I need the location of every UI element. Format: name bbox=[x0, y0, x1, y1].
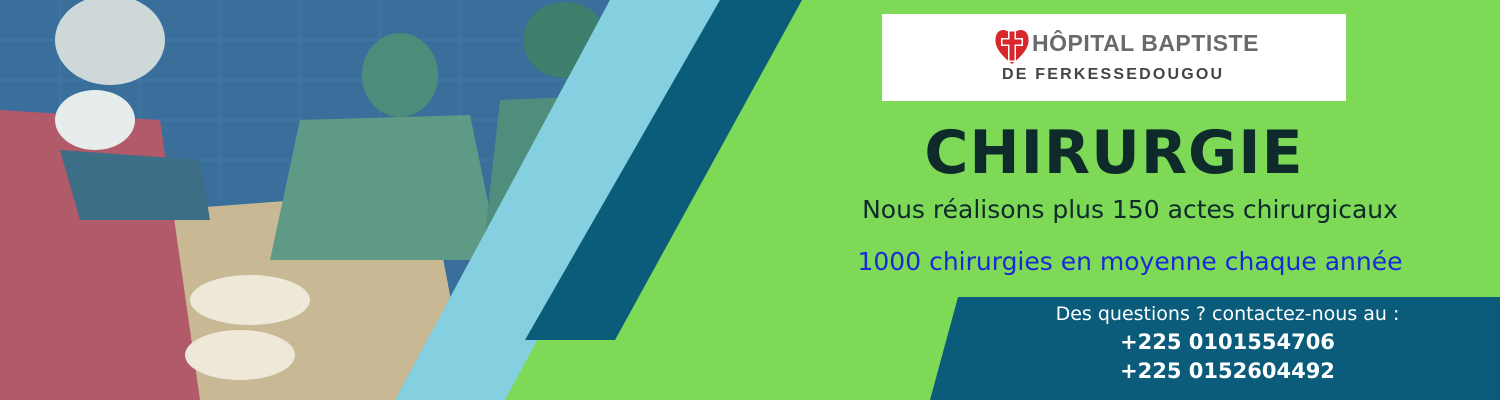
contact-intro: Des questions ? contactez-nous au : bbox=[1055, 303, 1400, 325]
hospital-banner: HÔPITAL BAPTISTE DE FERKESSEDOUGOU CHIRU… bbox=[0, 0, 1500, 400]
phone-number-1[interactable]: +225 0101554706 bbox=[985, 328, 1470, 357]
page-title: CHIRURGIE bbox=[924, 118, 1304, 188]
contact-block: Des questions ? contactez-nous au : +225… bbox=[985, 300, 1470, 386]
logo-hospital-name: HÔPITAL BAPTISTE bbox=[1032, 30, 1259, 56]
phone-number-2[interactable]: +225 0152604492 bbox=[985, 357, 1470, 386]
logo-hospital-location: DE FERKESSEDOUGOU bbox=[1002, 66, 1225, 83]
hospital-logo: HÔPITAL BAPTISTE DE FERKESSEDOUGOU bbox=[882, 14, 1346, 101]
surgery-count-stat: 1000 chirurgies en moyenne chaque année bbox=[857, 247, 1403, 276]
cross-heart-logo-icon bbox=[995, 30, 1029, 64]
subtitle: Nous réalisons plus 150 actes chirurgica… bbox=[862, 195, 1398, 224]
